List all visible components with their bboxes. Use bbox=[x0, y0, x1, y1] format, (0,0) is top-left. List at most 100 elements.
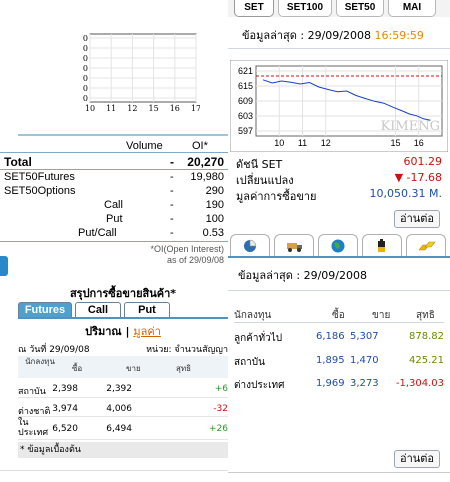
oi-row-label: Put/Call bbox=[78, 227, 117, 239]
y-tick-label: 609 bbox=[238, 96, 253, 106]
stat-value: 10,050.31 M. bbox=[369, 187, 442, 200]
tab-set100[interactable]: SET100 bbox=[278, 0, 332, 17]
investor-cell: ในประเทศ bbox=[18, 418, 49, 438]
y-tick-label: 615 bbox=[238, 81, 253, 91]
investor-cell: สถาบัน bbox=[18, 387, 46, 397]
right-panel: SET SET100 SET50 MAI ข้อมูลล่าสุด : 29/0… bbox=[228, 0, 450, 482]
value-link[interactable]: มูลค่า bbox=[133, 325, 161, 338]
index-update-time: ข้อมูลล่าสุด : 29/09/2008 16:59:59 bbox=[242, 26, 424, 44]
category-icon-tabs bbox=[228, 234, 450, 258]
oi-row-call: Call - 190 bbox=[0, 199, 228, 212]
x-tick-label: 16 bbox=[414, 138, 424, 148]
oi-row-value: 290 bbox=[205, 185, 224, 197]
table-row: สถาบัน 2,398 2,392 +6 bbox=[18, 380, 228, 398]
separator: | bbox=[125, 325, 130, 338]
oi-row-dash: - bbox=[170, 199, 174, 211]
oi-row-value: 19,980 bbox=[190, 171, 224, 183]
oi-row-label: Put bbox=[106, 213, 123, 225]
trade-summary-unit: หน่วย: จำนวนสัญญา bbox=[146, 345, 228, 355]
chart-pie-icon bbox=[244, 239, 257, 252]
column-header-sell: ขาย bbox=[372, 310, 391, 321]
y-tick-label: 0 bbox=[83, 84, 88, 93]
y-tick-label: 0 bbox=[83, 64, 88, 73]
tab-battery[interactable] bbox=[362, 234, 402, 256]
volume-label: ปริมาณ bbox=[85, 325, 122, 338]
buy-cell: 2,398 bbox=[52, 384, 78, 394]
tab-gold[interactable] bbox=[406, 234, 446, 256]
oi-note: *OI(Open Interest) bbox=[150, 244, 224, 254]
tab-set50[interactable]: SET50 bbox=[336, 0, 384, 17]
sell-cell: 2,392 bbox=[106, 384, 132, 394]
tab-truck[interactable] bbox=[274, 234, 314, 256]
oi-row-put: Put - 100 bbox=[0, 213, 228, 226]
watermark: KIMENG bbox=[381, 119, 440, 134]
truck-icon bbox=[287, 243, 302, 252]
oi-row-label: Call bbox=[104, 199, 123, 211]
column-header-buy: ซื้อ bbox=[332, 310, 345, 321]
divider bbox=[0, 241, 228, 242]
x-tick-label: 10 bbox=[274, 138, 284, 148]
net-cell: 878.82 bbox=[409, 331, 444, 342]
x-tick-label: 12 bbox=[127, 104, 137, 113]
y-tick-label: 0 bbox=[83, 94, 88, 103]
left-panel: 0 0 0 0 0 0 0 10 11 12 15 16 17 Volume OI* Total - 2… bbox=[0, 0, 228, 482]
x-tick-label: 10 bbox=[85, 104, 95, 113]
battery-icon bbox=[378, 239, 385, 252]
oi-row-dash: - bbox=[170, 171, 174, 183]
oi-row-value: 20,270 bbox=[187, 155, 224, 169]
divider bbox=[0, 470, 228, 471]
table-row: ต่างประเทศ 1,969 3,273 -1,304.03 bbox=[234, 372, 444, 394]
investor-cell: ต่างประเทศ bbox=[234, 380, 285, 391]
set-index-chart: KIMENG 621 615 609 603 597 10 11 12 15 16 bbox=[230, 60, 448, 152]
trade-summary-panel: สรุปการซื้อขายสินค้า* Futures Call Put ป… bbox=[18, 284, 228, 460]
net-cell: 425.21 bbox=[409, 355, 444, 366]
divider bbox=[228, 290, 450, 291]
tab-chart-pie[interactable] bbox=[230, 234, 270, 256]
tab-set[interactable]: SET bbox=[234, 0, 274, 17]
column-header-net: สุทธิ bbox=[416, 310, 435, 321]
read-more-button[interactable]: อ่านต่อ bbox=[394, 450, 440, 468]
side-accent bbox=[0, 256, 8, 276]
tab-globe[interactable] bbox=[318, 234, 358, 256]
column-header-investor: นักลงทุน bbox=[234, 310, 272, 321]
stat-label: มูลค่าการซื้อขาย bbox=[236, 190, 317, 203]
read-more-button[interactable]: อ่านต่อ bbox=[394, 210, 440, 228]
y-tick-label: 0 bbox=[83, 44, 88, 53]
buy-cell: 1,895 bbox=[316, 355, 345, 366]
trade-summary-title: สรุปการซื้อขายสินค้า* bbox=[69, 287, 177, 300]
x-tick-label: 15 bbox=[149, 104, 159, 113]
sell-cell: 1,470 bbox=[350, 355, 379, 366]
oi-row-label: SET50Futures bbox=[4, 171, 75, 183]
tab-underline bbox=[228, 256, 450, 258]
oi-row-total: Total - 20,270 bbox=[0, 155, 228, 169]
y-tick-label: 603 bbox=[238, 111, 253, 121]
net-cell: +6 bbox=[214, 384, 228, 394]
stat-row-index: ดัชนี SET 601.29 bbox=[236, 155, 442, 171]
oi-row-value: 190 bbox=[205, 199, 224, 211]
oi-row-set50options: SET50Options - 290 bbox=[0, 185, 228, 198]
tab-put[interactable]: Put bbox=[124, 302, 170, 318]
net-cell: -1,304.03 bbox=[395, 378, 444, 389]
oi-header-label: OI* bbox=[192, 140, 208, 152]
x-tick-label: 15 bbox=[390, 138, 400, 148]
table-row: ต่างชาติ 3,974 4,006 -32 bbox=[18, 399, 228, 417]
stat-value: ▼ -17.68 bbox=[394, 171, 442, 184]
column-header-buy: ซื้อ bbox=[72, 364, 83, 373]
tab-call[interactable]: Call bbox=[75, 302, 121, 318]
x-tick-label: 16 bbox=[170, 104, 180, 113]
oi-row-label: SET50Options bbox=[4, 185, 76, 197]
oi-row-value: 100 bbox=[205, 213, 224, 225]
net-cell: -32 bbox=[213, 404, 228, 414]
buy-cell: 6,520 bbox=[52, 424, 78, 434]
index-tabs: SET SET100 SET50 MAI bbox=[228, 0, 450, 17]
column-header-investor: นักลงทุน bbox=[25, 357, 55, 366]
column-header-net: สุทธิ bbox=[176, 364, 192, 373]
table-row: สถาบัน 1,895 1,470 425.21 bbox=[234, 348, 444, 370]
table-row: ลูกค้าทั่วไป 6,186 5,307 878.82 bbox=[234, 326, 444, 348]
tab-futures[interactable]: Futures bbox=[18, 302, 72, 318]
oi-row-label: Total bbox=[4, 155, 32, 169]
tab-mai[interactable]: MAI bbox=[388, 0, 436, 17]
trade-summary-subtitle: ปริมาณ | มูลค่า bbox=[18, 322, 228, 340]
divider bbox=[18, 134, 228, 136]
divider bbox=[0, 152, 228, 153]
